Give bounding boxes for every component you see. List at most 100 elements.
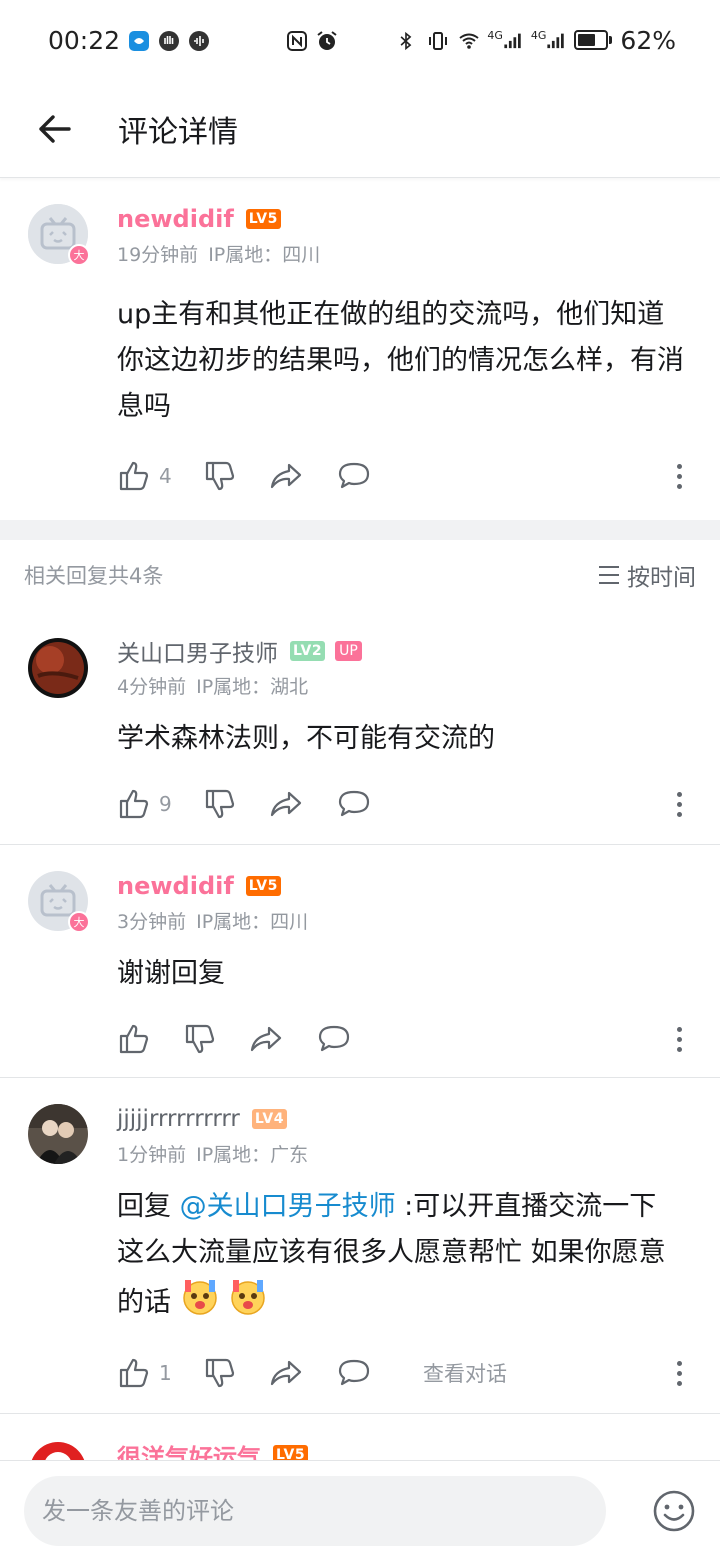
like-button[interactable]: 4 bbox=[117, 456, 183, 496]
comment-scroll-area[interactable]: 大 newdidif LV5 19分钟前 IP属地：四川 up主有和其他正在做的组… bbox=[0, 180, 720, 1460]
avatar[interactable] bbox=[28, 1104, 88, 1164]
reply-item: 大 newdidif LV5 3分钟前 IP属地：四川 谢谢回复 bbox=[0, 845, 720, 1077]
like-button[interactable]: 1 bbox=[117, 1353, 183, 1393]
thumbs-down-icon bbox=[205, 461, 235, 491]
username[interactable]: jjjjjrrrrrrrrrr bbox=[117, 1106, 240, 1132]
comment-text: up主有和其他正在做的组的交流吗，他们知道你这边初步的结果吗，他们的情况怎么样，… bbox=[117, 299, 684, 422]
reply-button[interactable] bbox=[337, 456, 371, 496]
comment-actions: 4 bbox=[117, 456, 690, 496]
more-options-button[interactable] bbox=[677, 1360, 682, 1386]
level-badge: LV5 bbox=[245, 876, 281, 896]
share-button[interactable] bbox=[269, 456, 303, 496]
avatar[interactable] bbox=[28, 638, 88, 698]
comment-ip: IP属地：四川 bbox=[208, 244, 321, 266]
more-options-button[interactable] bbox=[677, 791, 682, 817]
sort-label: 按时间 bbox=[627, 565, 696, 591]
status-time: 00:22 bbox=[48, 25, 121, 55]
level-badge: LV4 bbox=[251, 1109, 287, 1129]
dislike-button[interactable] bbox=[203, 456, 237, 496]
comment-ip: IP属地：四川 bbox=[196, 911, 309, 933]
comment-input[interactable] bbox=[24, 1475, 606, 1546]
view-conversation-link[interactable]: 查看对话 bbox=[423, 1358, 507, 1388]
comment-time: 19分钟前 bbox=[117, 244, 199, 266]
comment-actions: 1 查看对话 bbox=[117, 1353, 690, 1393]
username[interactable]: 关山口男子技师 bbox=[117, 634, 278, 668]
share-button[interactable] bbox=[269, 784, 303, 824]
comment-input-bar bbox=[0, 1460, 720, 1560]
comment-text: 回复 @关山口男子技师 :可以开直播交流一下 这么大流量应该有很多人愿意帮忙 如… bbox=[117, 1184, 690, 1331]
signal-2-icon: 4G bbox=[531, 29, 567, 51]
share-icon bbox=[270, 463, 302, 489]
share-button[interactable] bbox=[249, 1019, 283, 1059]
thumbs-up-icon bbox=[119, 461, 149, 491]
arrow-left-icon bbox=[39, 114, 71, 143]
reply-item: 关山口男子技师 LV2 UP 4分钟前 IP属地：湖北 学术森林法则，不可能有交流… bbox=[0, 610, 720, 844]
up-badge: UP bbox=[335, 641, 362, 661]
share-icon bbox=[270, 1360, 302, 1386]
alarm-icon bbox=[316, 29, 338, 51]
page-title: 评论详情 bbox=[118, 114, 238, 150]
status-bar: 00:22 4G 4G 62% bbox=[0, 0, 720, 80]
battery-percent: 62% bbox=[620, 25, 676, 55]
section-divider bbox=[0, 520, 720, 540]
reply-item: jjjjjrrrrrrrrrr LV4 1分钟前 IP属地：广东 回复 @关山口男… bbox=[0, 1078, 720, 1413]
thumbs-down-icon bbox=[185, 1024, 215, 1054]
speech-bubble-icon bbox=[318, 1025, 350, 1052]
signal-1-icon: 4G bbox=[487, 29, 523, 51]
comment-time: 3分钟前 bbox=[117, 911, 187, 933]
app-notification-icon bbox=[128, 29, 150, 51]
emoji-sticker bbox=[180, 1276, 220, 1331]
avatar[interactable] bbox=[28, 1440, 88, 1460]
speech-bubble-icon bbox=[338, 462, 370, 489]
audio-notification-icon bbox=[188, 29, 210, 51]
like-count: 1 bbox=[159, 1361, 172, 1385]
menu-lines-icon bbox=[599, 566, 619, 584]
bluetooth-icon bbox=[397, 29, 419, 51]
username[interactable]: 很洋气好运气 bbox=[117, 1438, 261, 1461]
share-button[interactable] bbox=[269, 1353, 303, 1393]
username[interactable]: newdidif bbox=[117, 205, 234, 233]
comment-text: 谢谢回复 bbox=[117, 958, 225, 989]
more-options-button[interactable] bbox=[677, 463, 682, 489]
reply-prefix: 回复 bbox=[117, 1191, 180, 1222]
like-count: 9 bbox=[159, 792, 172, 816]
reply-button[interactable] bbox=[337, 1353, 371, 1393]
dislike-button[interactable] bbox=[203, 784, 237, 824]
comment-actions bbox=[117, 1019, 690, 1059]
reply-button[interactable] bbox=[337, 784, 371, 824]
thumbs-up-icon bbox=[119, 1358, 149, 1388]
share-icon bbox=[250, 1026, 282, 1052]
like-button[interactable]: 9 bbox=[117, 784, 183, 824]
username[interactable]: newdidif bbox=[117, 872, 234, 900]
level-badge: LV5 bbox=[273, 1445, 309, 1460]
comment-meta: 3分钟前 IP属地：四川 bbox=[117, 907, 690, 935]
comment-ip: IP属地：广东 bbox=[196, 1144, 309, 1166]
reply-count-label: 相关回复共4条 bbox=[24, 564, 164, 588]
replies-header: 相关回复共4条 按时间 bbox=[0, 540, 720, 610]
nfc-icon bbox=[286, 29, 308, 51]
dislike-button[interactable] bbox=[203, 1353, 237, 1393]
back-button[interactable] bbox=[0, 80, 110, 178]
comment-actions: 9 bbox=[117, 784, 690, 824]
comment-ip: IP属地：湖北 bbox=[196, 676, 309, 698]
more-options-button[interactable] bbox=[677, 1026, 682, 1052]
comment-meta: 4分钟前 IP属地：湖北 bbox=[117, 672, 690, 700]
speech-bubble-icon bbox=[338, 1359, 370, 1386]
reply-button[interactable] bbox=[317, 1019, 351, 1059]
vip-badge: 大 bbox=[68, 244, 90, 266]
like-button[interactable] bbox=[117, 1019, 151, 1059]
comment-text: 学术森林法则，不可能有交流的 bbox=[117, 723, 495, 754]
emoji-button[interactable] bbox=[606, 1476, 696, 1546]
comment-time: 4分钟前 bbox=[117, 676, 187, 698]
main-comment: 大 newdidif LV5 19分钟前 IP属地：四川 up主有和其他正在做的组… bbox=[0, 180, 720, 520]
share-icon bbox=[270, 791, 302, 817]
level-badge: LV5 bbox=[245, 209, 281, 229]
wifi-icon bbox=[457, 29, 479, 51]
hand-notification-icon bbox=[158, 29, 180, 51]
mention-link[interactable]: @关山口男子技师 bbox=[180, 1191, 396, 1222]
thumbs-up-icon bbox=[119, 1024, 149, 1054]
sort-button[interactable]: 按时间 bbox=[599, 558, 696, 592]
dislike-button[interactable] bbox=[183, 1019, 217, 1059]
comment-meta: 19分钟前 IP属地：四川 bbox=[117, 240, 690, 268]
battery-icon bbox=[574, 30, 613, 50]
